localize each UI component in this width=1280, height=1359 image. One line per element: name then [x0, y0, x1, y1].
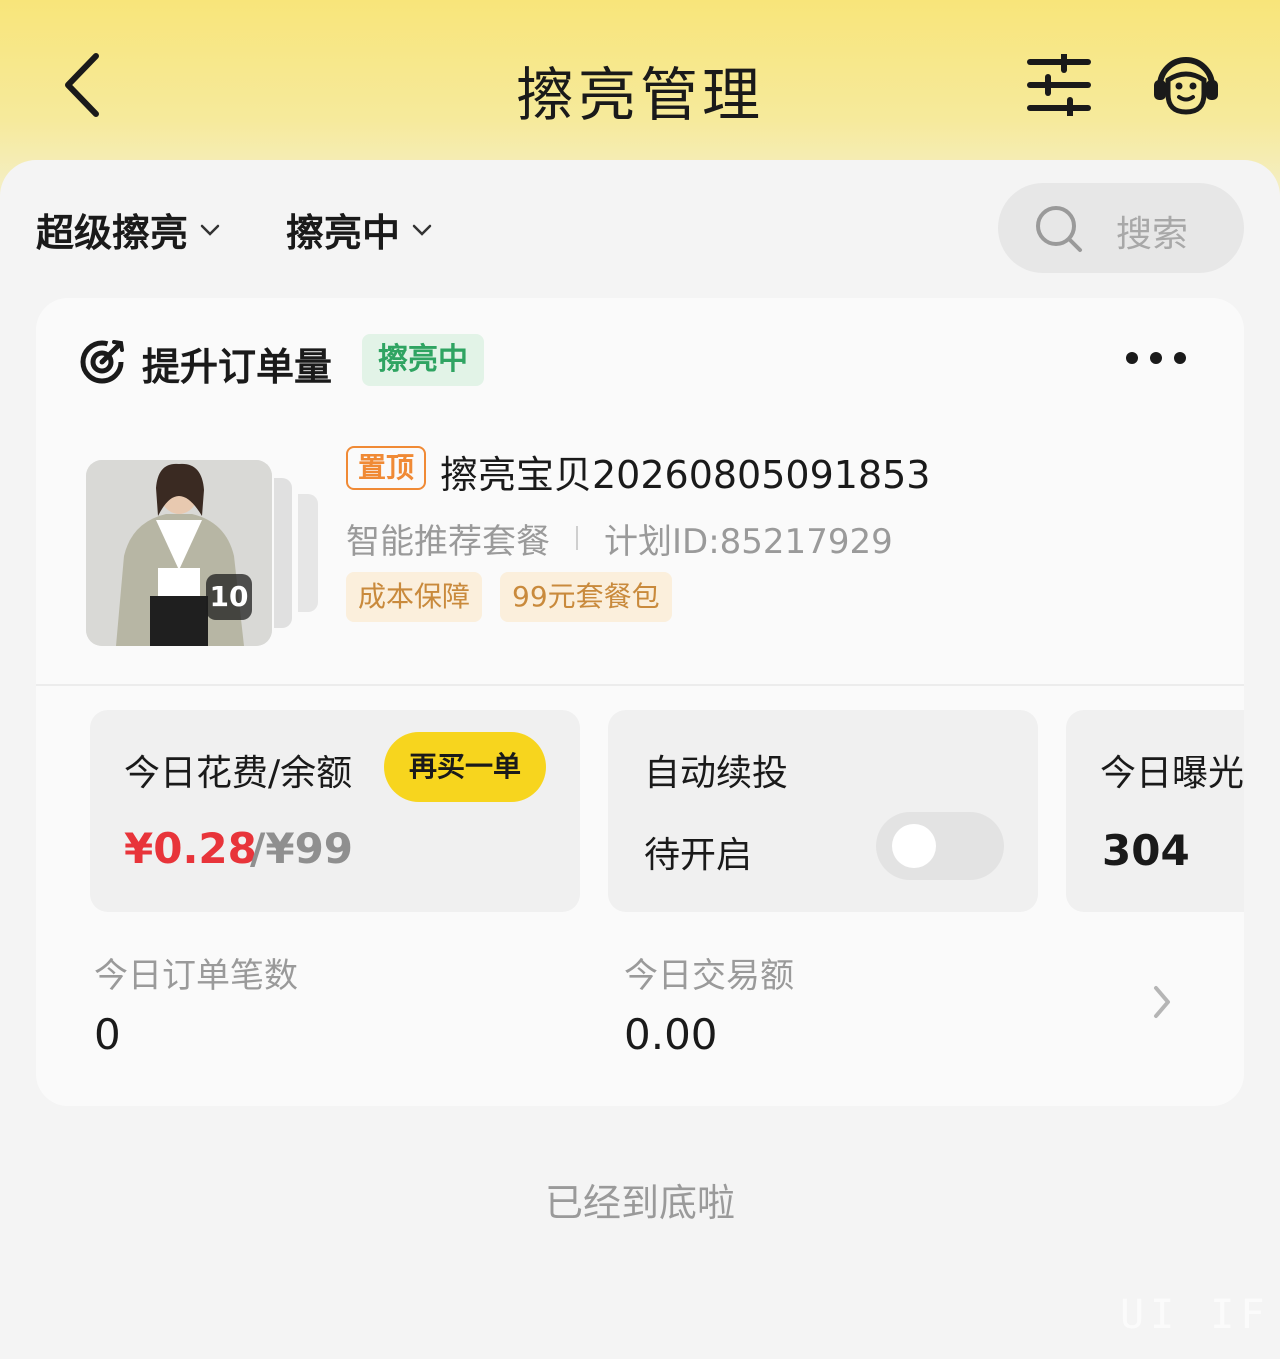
cost-guarantee-chip: 成本保障 [346, 572, 483, 622]
exposure-value: 304 [1102, 826, 1190, 875]
status-filter-label: 擦亮中 [286, 211, 401, 255]
toggle-knob [892, 824, 936, 868]
search-box[interactable]: 搜索 [998, 183, 1244, 273]
rebuy-button[interactable]: 再买一单 [384, 732, 546, 802]
target-icon [80, 340, 124, 384]
chevron-down-icon [200, 224, 220, 236]
image-stack-layer [298, 494, 318, 612]
sliders-icon[interactable] [1026, 54, 1092, 116]
plan-id: 计划ID:85217929 [604, 522, 893, 562]
auto-renew-label: 自动续投 [644, 753, 789, 794]
plan-type: 智能推荐套餐 [346, 522, 550, 562]
auto-renew-status: 待开启 [644, 835, 753, 876]
order-count-value: 0 [94, 1010, 121, 1059]
transaction-amount-label: 今日交易额 [624, 956, 794, 996]
end-of-list-text: 已经到底啦 [544, 1181, 735, 1225]
balance-value: /¥99 [250, 824, 354, 873]
image-count-badge: 10 [206, 574, 252, 620]
divider [576, 526, 578, 550]
more-icon[interactable] [1124, 346, 1188, 370]
product-name: 擦亮宝贝20260805091853 [440, 453, 931, 497]
chevron-right-icon[interactable] [1148, 982, 1176, 1022]
search-placeholder: 搜索 [1116, 214, 1189, 255]
search-icon [1036, 206, 1082, 252]
divider [36, 684, 1244, 686]
status-filter-dropdown[interactable]: 擦亮中 [286, 202, 434, 257]
order-count-label: 今日订单笔数 [94, 956, 298, 996]
pin-tag: 置顶 [346, 446, 427, 490]
transaction-amount-value: 0.00 [624, 1010, 718, 1059]
status-badge: 擦亮中 [362, 334, 484, 386]
boost-plan-card[interactable]: 提升订单量 擦亮中 10 置顶 擦亮宝贝20260805091853 智能推荐套… [36, 298, 1244, 1106]
spent-value: ¥0.28 [124, 824, 257, 873]
type-filter-dropdown[interactable]: 超级擦亮 [36, 202, 222, 257]
card-title: 提升订单量 [142, 345, 333, 389]
auto-renew-toggle[interactable] [876, 812, 1004, 880]
exposure-label: 今日曝光 [1100, 753, 1244, 794]
spend-label: 今日花费/余额 [124, 753, 353, 794]
image-stack-layer [274, 478, 292, 628]
package-chip: 99元套餐包 [500, 572, 672, 622]
watermark: UI IF [1120, 1292, 1271, 1338]
exposure-box: 今日曝光 304 [1066, 710, 1244, 912]
customer-service-icon[interactable] [1150, 50, 1222, 120]
auto-renew-box: 自动续投 待开启 [608, 710, 1038, 912]
chevron-down-icon [412, 224, 432, 236]
type-filter-label: 超级擦亮 [36, 211, 189, 255]
spend-balance-box: 今日花费/余额 再买一单 ¥0.28 /¥99 [90, 710, 580, 912]
